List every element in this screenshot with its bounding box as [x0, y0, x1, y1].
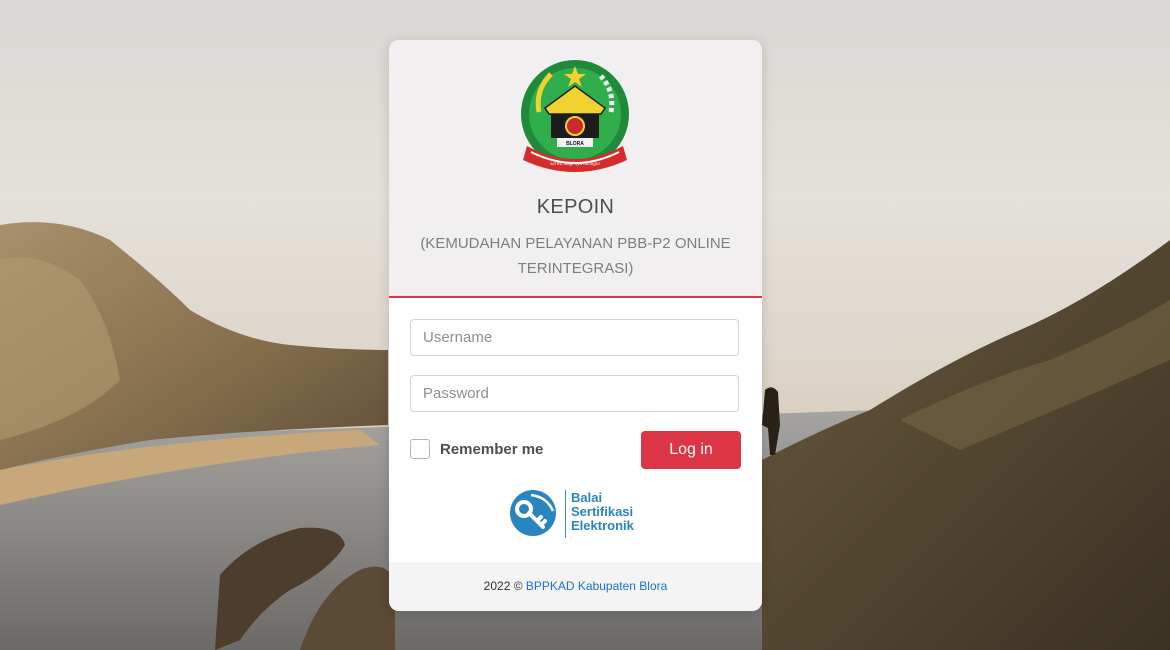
footer-link-bppkad[interactable]: BPPKAD Kabupaten Blora	[526, 579, 667, 593]
login-card-header: BLORA sarwa mugi ayu bahagia KEPOIN (KEM…	[389, 40, 762, 298]
password-input[interactable]	[410, 375, 739, 412]
remember-me-checkbox[interactable]	[410, 439, 430, 459]
card-footer: 2022 © BPPKAD Kabupaten Blora	[389, 562, 762, 611]
app-subtitle: (KEMUDAHAN PELAYANAN PBB-P2 ONLINE TERIN…	[420, 235, 731, 277]
bse-divider	[565, 490, 566, 538]
login-button[interactable]: Log in	[641, 431, 741, 469]
remember-me-control[interactable]: Remember me	[410, 437, 543, 461]
svg-text:BLORA: BLORA	[566, 141, 584, 147]
footer-copyright: 2022 ©	[483, 579, 523, 593]
bse-text: Balai Sertifikasi Elektronik	[571, 491, 634, 533]
login-card: BLORA sarwa mugi ayu bahagia KEPOIN (KEM…	[389, 40, 762, 611]
remember-me-label: Remember me	[440, 440, 544, 458]
svg-text:sarwa mugi ayu bahagia: sarwa mugi ayu bahagia	[550, 162, 600, 167]
bse-line-1: Balai	[571, 490, 603, 505]
bse-key-icon	[510, 490, 556, 536]
blora-regency-logo: BLORA sarwa mugi ayu bahagia	[521, 60, 629, 172]
bse-badge: Balai Sertifikasi Elektronik	[509, 487, 649, 541]
username-input[interactable]	[410, 319, 739, 356]
app-title: KEPOIN	[536, 196, 615, 218]
bse-line-3: Elektronik	[571, 518, 634, 533]
bse-line-2: Sertifikasi	[571, 504, 634, 519]
